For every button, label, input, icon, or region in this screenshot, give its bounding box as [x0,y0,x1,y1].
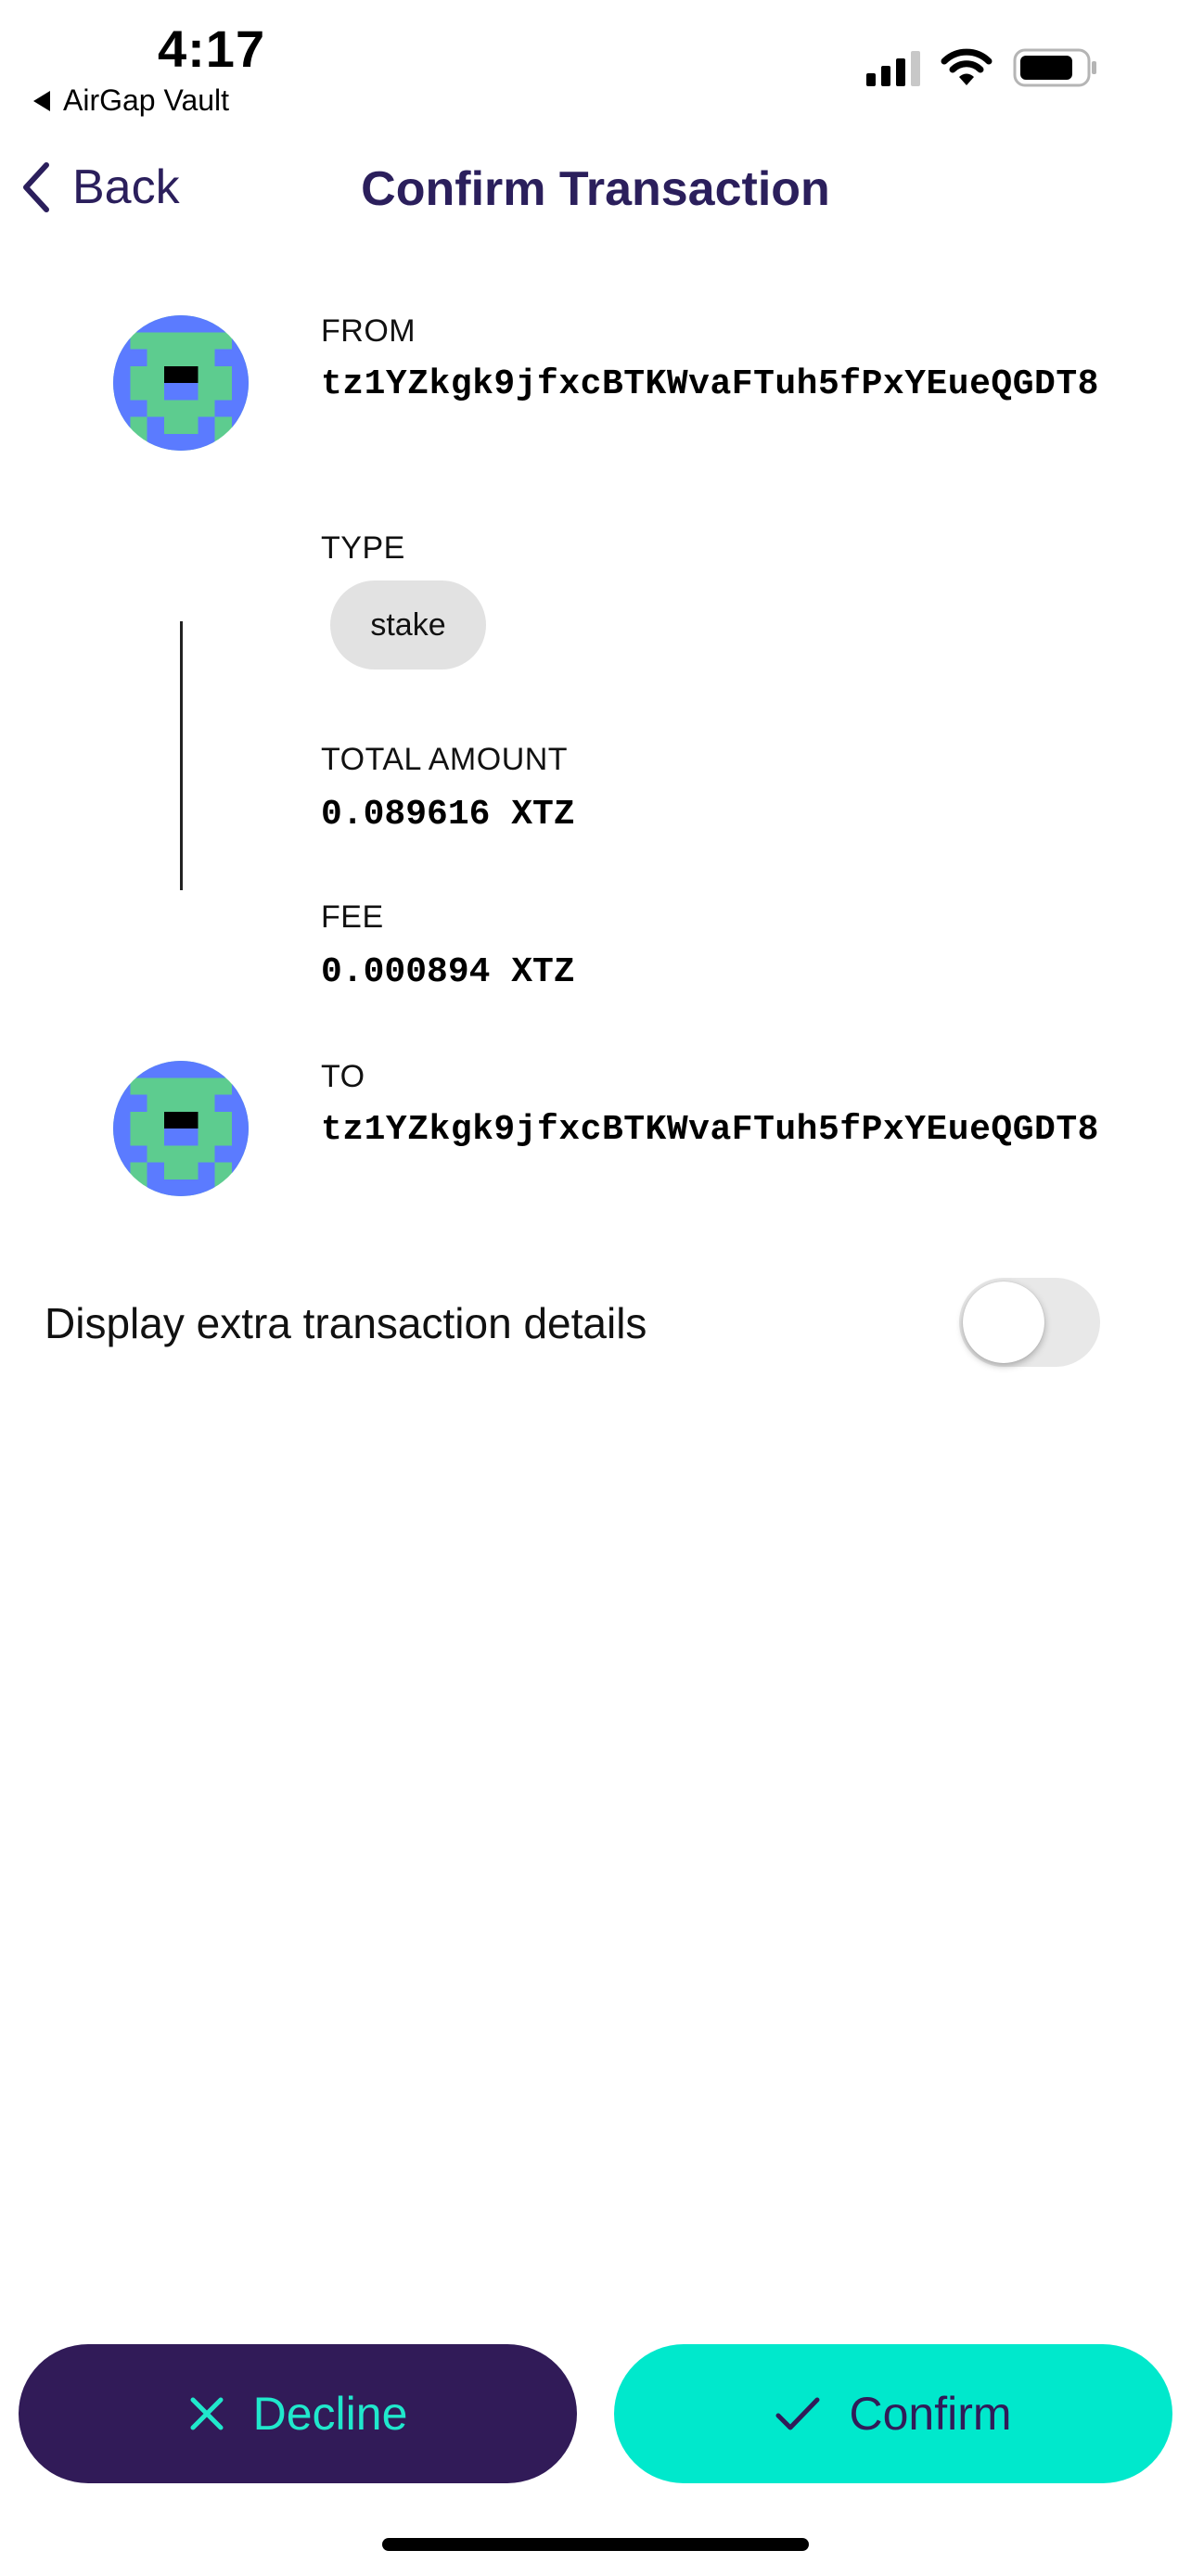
status-time: 4:17 [158,19,266,78]
fee-value: 0.000894 XTZ [321,952,575,992]
total-amount-label: TOTAL AMOUNT [321,742,569,777]
to-identicon-avatar [113,1061,249,1196]
type-label: TYPE [321,530,405,566]
close-icon [190,2397,224,2430]
to-address: tz1YZkgk9jfxcBTKWvaFTuh5fPxYEueQGDT8 [321,1110,1099,1150]
checkmark-icon [775,2397,820,2430]
decline-button[interactable]: Decline [19,2344,577,2483]
confirm-button[interactable]: Confirm [614,2344,1172,2483]
transaction-flow-line [180,621,183,890]
extra-details-label: Display extra transaction details [45,1299,647,1347]
wifi-icon [941,48,992,87]
type-chip: stake [330,580,486,670]
from-address: tz1YZkgk9jfxcBTKWvaFTuh5fPxYEueQGDT8 [321,364,1099,404]
from-identicon-avatar [113,315,249,451]
confirm-label: Confirm [849,2388,1012,2440]
status-icons [866,48,1098,87]
battery-icon [1013,48,1098,87]
fee-label: FEE [321,899,384,935]
toggle-knob [963,1282,1044,1363]
home-indicator[interactable] [382,2538,809,2551]
cellular-signal-icon [866,49,920,86]
total-amount-value: 0.089616 XTZ [321,795,575,835]
back-triangle-icon [33,90,50,111]
return-app-name: AirGap Vault [63,83,230,117]
return-to-app-link[interactable]: AirGap Vault [33,83,229,118]
page-title: Confirm Transaction [361,162,830,216]
to-label: TO [321,1059,365,1094]
extra-details-toggle[interactable] [959,1278,1100,1367]
from-label: FROM [321,313,416,349]
decline-label: Decline [252,2388,408,2440]
